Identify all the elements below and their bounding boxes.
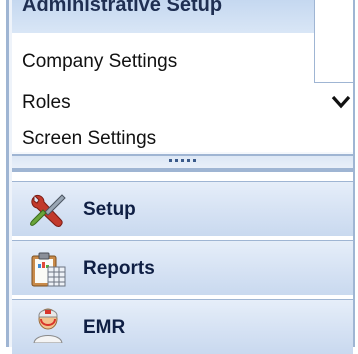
nav-panel-left-border — [0, 0, 12, 347]
reports-clipboard-icon — [31, 252, 66, 287]
nav-label-emr: EMR — [83, 317, 126, 338]
chevron-down-icon[interactable] — [331, 95, 351, 109]
nav-button-reports[interactable]: Reports — [12, 240, 353, 295]
emr-doctor-icon — [33, 308, 63, 343]
setup-tools-icon — [30, 194, 66, 227]
submenu-divider-h — [314, 82, 353, 83]
submenu-item-screen-settings[interactable]: Screen Settings — [22, 128, 156, 150]
admin-submenu: Administrative Setup Company Settings Ro… — [12, 0, 353, 152]
submenu-header-bar: Administrative Setup — [12, 0, 314, 33]
splitter-grip-icon — [169, 159, 199, 163]
nav-label-reports: Reports — [83, 258, 155, 279]
submenu-divider — [314, 0, 315, 82]
submenu-item-roles[interactable]: Roles — [22, 92, 71, 114]
submenu-item-company-settings[interactable]: Company Settings — [22, 51, 177, 73]
nav-button-emr[interactable]: EMR — [12, 299, 353, 354]
nav-button-setup[interactable]: Setup — [12, 181, 353, 236]
submenu-header-title: Administrative Setup — [22, 0, 223, 16]
nav-panel-right-border — [353, 0, 358, 347]
panel-splitter[interactable] — [12, 152, 353, 172]
submenu-header: Administrative Setup — [12, 0, 314, 33]
nav-label-setup: Setup — [83, 199, 136, 220]
